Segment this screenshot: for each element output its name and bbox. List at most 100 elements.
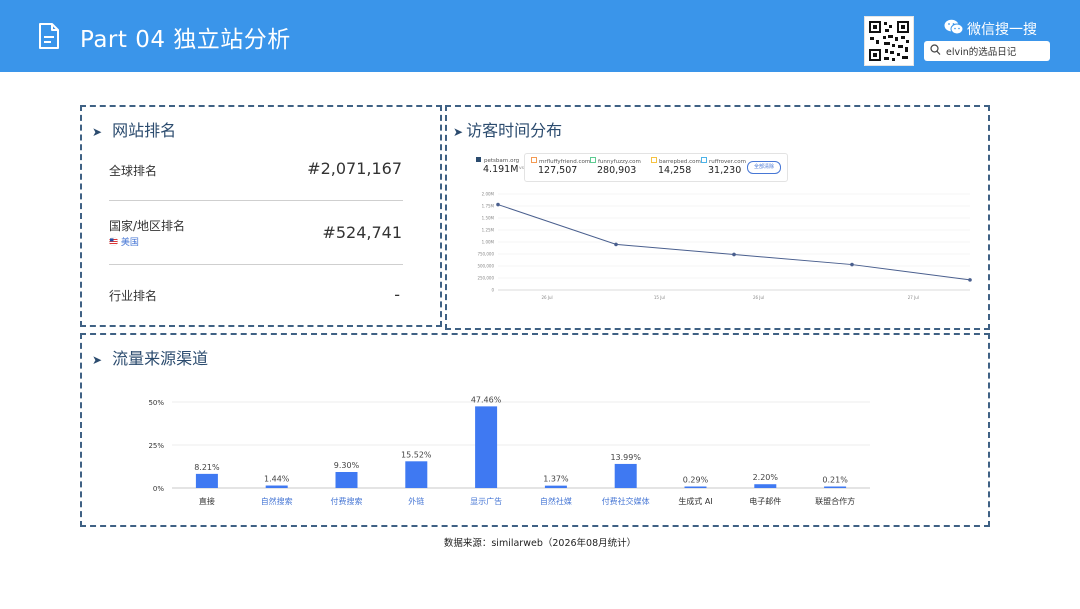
visits-title-text: 访客时间分布: [466, 121, 563, 140]
bar: [544, 485, 567, 488]
data-label: 2.20%: [753, 473, 779, 482]
wechat-search-label: 微信搜一搜: [967, 22, 1037, 38]
bar: [614, 463, 637, 488]
compare-sites-box: mrfluffyfriend.com 127,507 funnyfuzzy.co…: [524, 153, 788, 182]
x-tick-label: 联盟合作方: [815, 496, 855, 506]
bar: [265, 485, 288, 488]
y-tick-label: 1.50M: [482, 216, 495, 221]
bar: [754, 484, 777, 488]
site-value: 127,507: [538, 165, 578, 176]
data-point: [850, 262, 854, 267]
us-flag-icon: [109, 237, 118, 246]
x-tick-label: 26 Jul: [753, 295, 764, 300]
site-checkbox-icon: [531, 157, 537, 163]
y-tick-label: 500,000: [477, 264, 494, 269]
compare-site[interactable]: barrepbed.com 14,258: [651, 157, 701, 176]
traffic-title-text: 流量来源渠道: [112, 349, 209, 368]
ranking-title-text: 网站排名: [112, 121, 177, 140]
site-value: 280,903: [597, 165, 637, 176]
y-tick-label: 1.25M: [482, 228, 495, 233]
data-label: 15.52%: [401, 450, 432, 459]
y-tick-label: 1.75M: [482, 204, 495, 209]
site-checkbox-icon: [701, 157, 707, 163]
bar: [405, 461, 428, 488]
data-source: 数据来源：similarweb（2026年08月统计）: [443, 538, 637, 549]
country-rank-label: 国家/地区排名: [109, 219, 186, 233]
data-label: 9.30%: [334, 461, 360, 470]
search-input[interactable]: elvin的选品日记: [924, 41, 1050, 61]
site-value: 14,258: [658, 165, 692, 176]
site-marker-icon: [476, 157, 481, 162]
search-value: elvin的选品日记: [946, 47, 1017, 58]
y-tick-label: 50%: [148, 399, 164, 407]
bar: [684, 486, 707, 488]
arrow-icon: ➤: [92, 125, 103, 139]
x-tick-label: 外链: [408, 496, 424, 506]
y-tick-label: 0: [491, 288, 494, 293]
header-bar: Part 04 独立站分析 微信搜一搜 elvin的选品日记: [0, 0, 1080, 72]
y-tick-label: 750,000: [477, 252, 494, 257]
visits-line-chart: 2.00M 1.75M 1.50M 1.25M 1.00M 750,000 500,000 2…: [477, 192, 972, 300]
y-tick-label: 1.00M: [482, 240, 495, 245]
site-checkbox-icon: [590, 157, 596, 163]
global-rank-value: #2,071,167: [307, 159, 402, 178]
global-rank-label: 全球排名: [109, 164, 158, 178]
page-title: Part 04 独立站分析: [80, 27, 291, 53]
primary-site: petsbarn.org 4.191M: [476, 157, 519, 175]
ranking-title: ➤ 网站排名: [92, 117, 176, 141]
y-tick-label: 2.00M: [482, 192, 495, 197]
x-tick-label: 电子邮件: [749, 496, 781, 506]
divider: [109, 200, 403, 201]
data-label: 1.37%: [543, 475, 569, 484]
compare-site[interactable]: ruffrover.com 31,230: [701, 157, 746, 176]
arrow-icon: ➤: [453, 125, 464, 139]
wechat-icon: [944, 19, 964, 35]
x-tick-label: 自然搜索: [261, 496, 293, 506]
document-icon: [39, 23, 59, 49]
divider: [109, 264, 403, 265]
industry-rank-value: -: [394, 285, 400, 304]
data-label: 13.99%: [610, 453, 641, 462]
qr-code: [864, 16, 914, 66]
industry-rank-label: 行业排名: [109, 289, 158, 303]
x-tick-label: 显示广告: [470, 496, 502, 506]
country-tag[interactable]: 美国: [109, 235, 139, 248]
data-label: 47.46%: [471, 395, 502, 404]
traffic-title: ➤ 流量来源渠道: [92, 345, 208, 369]
data-label: 8.21%: [194, 463, 220, 472]
traffic-bar-chart: 50% 25% 0% 8.21% 直接 1.44% 自然搜索 9.30% 付费搜索 15.52% 外…: [148, 395, 870, 506]
x-tick-label: 付费搜索: [331, 496, 363, 506]
compare-site[interactable]: funnyfuzzy.com 280,903: [590, 157, 641, 176]
y-tick-label: 25%: [148, 442, 164, 450]
site-checkbox-icon: [651, 157, 657, 163]
x-tick-label: 27 Jul: [908, 295, 919, 300]
data-label: 1.44%: [264, 475, 290, 484]
arrow-icon: ➤: [92, 353, 103, 367]
site-value: 31,230: [708, 165, 742, 176]
data-point: [496, 202, 500, 207]
slide: Part 04 独立站分析 微信搜一搜 elvin的选品日记 ➤ 网站排名 全球…: [0, 0, 1080, 609]
data-label: 0.29%: [683, 476, 709, 485]
data-point: [614, 242, 618, 247]
clear-all-button[interactable]: 全部清除: [747, 161, 781, 174]
site-value: 4.191M: [483, 164, 519, 175]
country-rank-value: #524,741: [322, 223, 402, 242]
bar: [335, 472, 358, 488]
x-tick-label: 付费社交媒体: [602, 496, 650, 506]
country-name: 美国: [120, 238, 139, 248]
data-point: [732, 252, 736, 257]
bar: [824, 486, 847, 488]
bar: [195, 473, 218, 488]
compare-site[interactable]: mrfluffyfriend.com 127,507: [531, 157, 590, 176]
x-tick-label: 生成式 AI: [678, 496, 712, 506]
bar: [475, 406, 498, 488]
x-tick-label: 直接: [199, 496, 215, 506]
x-tick-label: 15 Jul: [654, 295, 665, 300]
data-point: [968, 278, 972, 282]
search-icon: [930, 44, 941, 55]
visits-title: ➤ 访客时间分布: [453, 117, 562, 141]
ranking-panel: ➤ 网站排名 全球排名 #2,071,167 国家/地区排名 美国 #524,74…: [80, 105, 442, 327]
x-tick-label: 26 Jul: [541, 295, 552, 300]
data-label: 0.21%: [822, 476, 848, 485]
y-tick-label: 0%: [153, 485, 164, 493]
